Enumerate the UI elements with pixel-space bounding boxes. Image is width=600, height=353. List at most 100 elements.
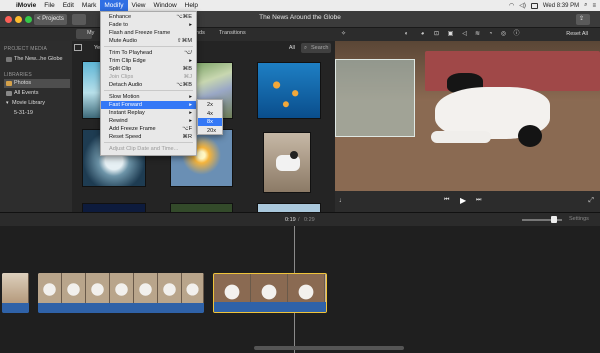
clip-frames bbox=[2, 273, 29, 303]
tab-transitions[interactable]: Transitions bbox=[219, 30, 246, 36]
volume-adjust-icon[interactable]: ◁ bbox=[461, 31, 468, 38]
menu-item-trim-clip-edge[interactable]: Trim Clip Edge ▸ bbox=[101, 57, 196, 65]
sidebar-item-all-events-label: All Events bbox=[14, 90, 39, 96]
tab-my-media[interactable]: My bbox=[87, 30, 94, 36]
speed-option-4x[interactable]: 4x bbox=[198, 110, 222, 118]
menu-item-slow-motion[interactable]: Slow Motion ▸ bbox=[101, 93, 196, 101]
magic-wand-icon[interactable]: ✧ bbox=[340, 31, 347, 38]
stabilization-icon[interactable]: ▣ bbox=[447, 31, 454, 38]
share-button[interactable]: ⇪ bbox=[576, 14, 590, 25]
menu-item-flash-and-freeze-frame[interactable]: Flash and Freeze Frame bbox=[101, 29, 196, 37]
media-thumbnail[interactable] bbox=[82, 203, 146, 212]
menu-item-label: Mute Audio bbox=[109, 38, 137, 44]
timeline-clip[interactable] bbox=[38, 273, 204, 313]
menu-item-enhance[interactable]: Enhance ⌥⌘E bbox=[101, 13, 196, 21]
menu-item-adjust-clip-date-and-time: Adjust Clip Date and Time... bbox=[101, 145, 196, 153]
info-icon[interactable]: ⓘ bbox=[513, 31, 520, 38]
timeline-clip-selected[interactable] bbox=[213, 273, 327, 313]
play-icon[interactable]: ▶ bbox=[460, 196, 466, 205]
zoom-slider-thumb[interactable] bbox=[551, 216, 557, 223]
sidebar-item-event-date[interactable]: 5-31-19 bbox=[4, 109, 70, 118]
filter-select[interactable]: All bbox=[289, 45, 295, 51]
speed-option-8x[interactable]: 8x bbox=[198, 118, 222, 126]
media-thumbnail[interactable] bbox=[257, 203, 321, 212]
project-title: The News Around the Globe bbox=[259, 14, 341, 21]
menu-item-shortcut: ⌘R bbox=[182, 134, 192, 140]
menu-item-add-freeze-frame[interactable]: Add Freeze Frame ⌥F bbox=[101, 125, 196, 133]
reset-all-button[interactable]: Reset All bbox=[566, 31, 588, 37]
menu-separator bbox=[104, 90, 193, 91]
clip-frame bbox=[62, 273, 86, 303]
video-viewer[interactable] bbox=[335, 41, 600, 191]
notification-icon[interactable]: ≡ bbox=[592, 3, 596, 9]
adjustment-toolbar: ✧ ◐ ◕ ⊡ ▣ ◁ ≋ ◔ ◎ ⓘ Reset All bbox=[335, 28, 600, 41]
clip-frame bbox=[182, 273, 204, 303]
disclosure-triangle-icon[interactable]: ▾ bbox=[6, 99, 9, 108]
menu-item-split-clip[interactable]: Split Clip ⌘B bbox=[101, 65, 196, 73]
menu-window[interactable]: Window bbox=[150, 0, 181, 11]
menu-help[interactable]: Help bbox=[181, 0, 202, 11]
sidebar-toggle-icon[interactable] bbox=[74, 44, 82, 51]
menubar-clock[interactable]: Wed 8:39 PM bbox=[543, 3, 579, 9]
status-area: ◠ ◁) Wed 8:39 PM ⌕ ≡ bbox=[509, 0, 596, 11]
menu-item-detach-audio[interactable]: Detach Audio ⌥⌘B bbox=[101, 81, 196, 89]
skip-back-icon[interactable]: ⏮ bbox=[444, 197, 449, 204]
microphone-icon[interactable]: ♩ bbox=[339, 197, 346, 204]
clip-audio-track bbox=[38, 303, 204, 313]
timeline-clip[interactable] bbox=[2, 273, 29, 313]
volume-icon[interactable]: ◁) bbox=[519, 2, 526, 9]
menu-edit[interactable]: Edit bbox=[59, 0, 78, 11]
menu-item-trim-to-playhead[interactable]: Trim To Playhead ⌥/ bbox=[101, 49, 196, 57]
menu-item-fade-to[interactable]: Fade to ▸ bbox=[101, 21, 196, 29]
sidebar-item-movie-library[interactable]: ▾ Movie Library bbox=[4, 99, 70, 108]
noise-reduction-icon[interactable]: ≋ bbox=[474, 31, 481, 38]
menu-app-imovie[interactable]: iMovie bbox=[12, 0, 40, 11]
settings-button[interactable]: Settings bbox=[569, 216, 589, 222]
speed-icon[interactable]: ◔ bbox=[487, 31, 494, 38]
menu-item-label: Fast Forward bbox=[109, 102, 142, 108]
sidebar-item-project-label: The New...he Globe bbox=[14, 56, 63, 62]
sidebar-item-all-events[interactable]: All Events bbox=[4, 89, 70, 98]
speed-option-2x[interactable]: 2x bbox=[198, 101, 222, 109]
tab-backgrounds[interactable]: nds bbox=[196, 30, 205, 36]
speed-option-20x[interactable]: 20x bbox=[198, 127, 222, 135]
menu-item-instant-replay[interactable]: Instant Replay ▸ bbox=[101, 109, 196, 117]
menu-item-label: Trim Clip Edge bbox=[109, 58, 146, 64]
color-correction-icon[interactable]: ◕ bbox=[419, 31, 426, 38]
media-thumbnail[interactable] bbox=[263, 132, 311, 193]
search-field[interactable]: ⌕ Search bbox=[301, 43, 331, 53]
menu-item-mute-audio[interactable]: Mute Audio ⇧⌘M bbox=[101, 37, 196, 45]
spotlight-icon[interactable]: ⌕ bbox=[584, 2, 587, 9]
sidebar-item-project[interactable]: The New...he Globe bbox=[4, 55, 70, 64]
menu-modify[interactable]: Modify bbox=[100, 0, 128, 11]
fullscreen-icon[interactable]: ⤢ bbox=[588, 197, 594, 205]
library-sidebar: PROJECT MEDIA The New...he Globe LIBRARI… bbox=[0, 41, 72, 212]
menu-item-fast-forward[interactable]: Fast Forward ▸ bbox=[101, 101, 196, 109]
menu-mark[interactable]: Mark bbox=[78, 0, 100, 11]
menu-item-label: Enhance bbox=[109, 14, 132, 20]
menu-view[interactable]: View bbox=[128, 0, 150, 11]
search-placeholder: Search bbox=[311, 45, 329, 51]
wifi-icon[interactable]: ◠ bbox=[509, 2, 514, 9]
menu-item-label: Split Clip bbox=[109, 66, 132, 72]
timeline-scrollbar[interactable] bbox=[254, 346, 404, 350]
battery-icon[interactable] bbox=[530, 2, 538, 9]
crop-icon[interactable]: ⊡ bbox=[433, 31, 440, 38]
clip-frame bbox=[214, 274, 251, 304]
menu-item-shortcut: ⌥F bbox=[182, 126, 192, 132]
skip-forward-icon[interactable]: ⏭ bbox=[476, 197, 481, 204]
sidebar-item-photos[interactable]: Photos bbox=[4, 79, 70, 88]
menu-item-shortcut: ⌥⌘E bbox=[176, 14, 192, 20]
menu-separator bbox=[104, 142, 193, 143]
media-thumbnail[interactable] bbox=[170, 203, 233, 212]
menu-item-shortcut: ⇧⌘M bbox=[177, 38, 192, 44]
filter-icon[interactable]: ◎ bbox=[500, 31, 507, 38]
color-balance-icon[interactable]: ◐ bbox=[403, 31, 410, 38]
menu-item-shortcut: ⌥/ bbox=[183, 50, 192, 56]
timeline[interactable] bbox=[0, 226, 600, 353]
menu-item-label: Trim To Playhead bbox=[109, 50, 153, 56]
menu-item-reset-speed[interactable]: Reset Speed ⌘R bbox=[101, 133, 196, 141]
menu-item-rewind[interactable]: Rewind ▸ bbox=[101, 117, 196, 125]
menu-file[interactable]: File bbox=[40, 0, 58, 11]
media-thumbnail[interactable] bbox=[257, 62, 321, 119]
